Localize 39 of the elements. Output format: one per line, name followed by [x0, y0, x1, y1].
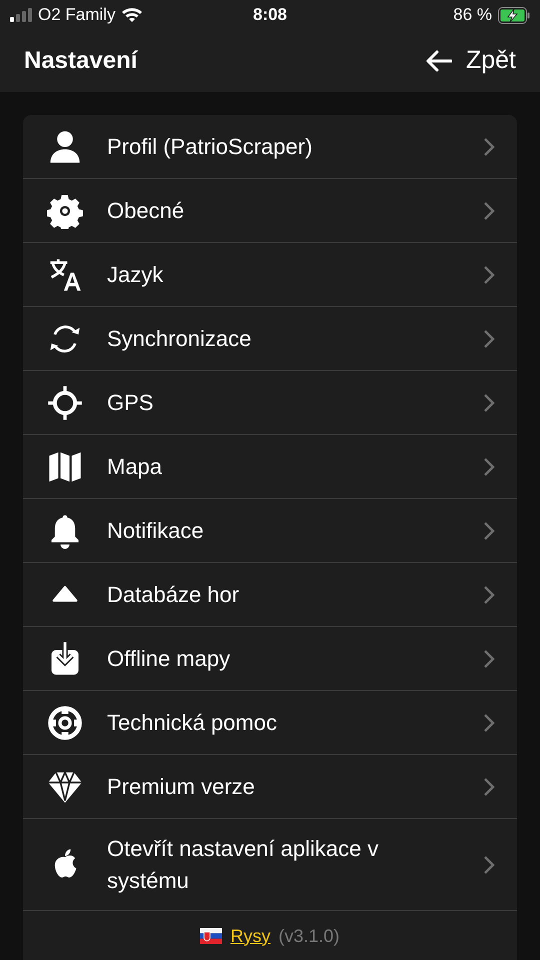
- app-link[interactable]: Rysy: [230, 922, 270, 950]
- menu-item[interactable]: Obecné: [23, 179, 517, 243]
- chevron-icon: [483, 776, 495, 796]
- chevron-icon: [483, 264, 495, 284]
- menu-item[interactable]: Offline mapy: [23, 627, 517, 691]
- clock-time: 8:08: [252, 5, 288, 24]
- chevron-icon: [483, 584, 495, 604]
- menu-item[interactable]: Otevřít nastavení aplikace v systému: [23, 819, 517, 911]
- page-title: Nastavení: [24, 46, 138, 76]
- menu-item[interactable]: Synchronizace: [23, 307, 517, 371]
- chevron-icon: [483, 392, 495, 412]
- back-button[interactable]: Zpět: [426, 42, 516, 80]
- chevron-icon: [483, 136, 495, 156]
- menu-item[interactable]: Mapa: [23, 435, 517, 499]
- settings-icon: [47, 192, 83, 228]
- wifi-icon: [121, 7, 144, 23]
- crosshair-icon: [47, 384, 83, 420]
- menu-item[interactable]: Databáze hor: [23, 563, 517, 627]
- menu-item[interactable]: Profil (PatrioScraper): [23, 115, 517, 179]
- menu-item[interactable]: Premium verze: [23, 755, 517, 819]
- battery-percent: 86 %: [453, 4, 492, 26]
- chevron-icon: [483, 328, 495, 348]
- chevron-icon: [483, 648, 495, 668]
- menu-item[interactable]: Jazyk: [23, 243, 517, 307]
- menu-item[interactable]: Notifikace: [23, 499, 517, 563]
- chevron-icon: [483, 712, 495, 732]
- back-arrow-icon: [426, 50, 452, 72]
- menu-item[interactable]: Technická pomoc: [23, 691, 517, 755]
- battery-charging-icon: [498, 6, 530, 24]
- carrier-name: O2 Family: [38, 4, 116, 26]
- flag-icon: [200, 928, 222, 944]
- app-version: (v3.1.0): [278, 924, 340, 948]
- signal-icon: [10, 8, 32, 22]
- chevron-icon: [483, 520, 495, 540]
- chevron-icon: [483, 854, 495, 874]
- chevron-icon: [483, 200, 495, 220]
- lifebuoy-icon: [47, 704, 83, 740]
- menu-item[interactable]: GPS: [23, 371, 517, 435]
- chevron-icon: [483, 456, 495, 476]
